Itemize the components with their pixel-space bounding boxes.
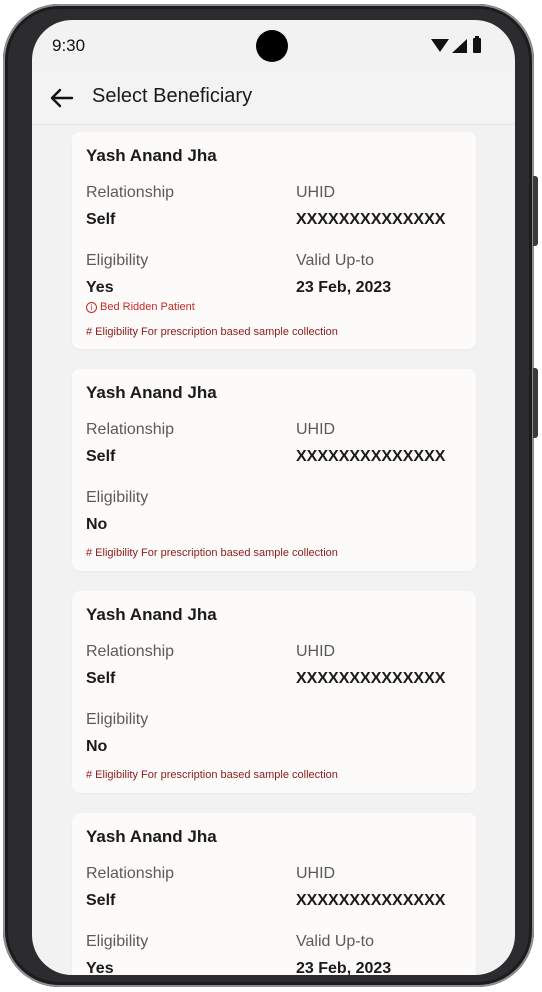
uhid-value: XXXXXXXXXXXXXX bbox=[296, 670, 446, 687]
wifi-icon bbox=[431, 39, 449, 52]
eligibility-label: Eligibility bbox=[86, 489, 149, 506]
uhid-value: XXXXXXXXXXXXXX bbox=[296, 448, 446, 465]
signal-icon bbox=[452, 39, 467, 53]
relationship-value: Self bbox=[86, 892, 116, 909]
app-bar: Select Beneficiary bbox=[32, 72, 515, 125]
beneficiary-card[interactable]: Yash Anand Jha Relationship Self UHID XX… bbox=[72, 369, 476, 571]
beneficiary-name: Yash Anand Jha bbox=[86, 146, 217, 165]
eligibility-label: Eligibility bbox=[86, 711, 149, 728]
uhid-label: UHID bbox=[296, 421, 336, 438]
eligibility-value: Yes bbox=[86, 279, 114, 296]
eligibility-value: No bbox=[86, 516, 108, 533]
page-title: Select Beneficiary bbox=[92, 85, 253, 107]
valid-upto-label: Valid Up-to bbox=[296, 252, 374, 269]
info-row: Relationship Self UHID XXXXXXXXXXXXXX bbox=[86, 170, 476, 238]
battery-icon bbox=[473, 36, 481, 53]
relationship-label: Relationship bbox=[86, 643, 175, 660]
back-button[interactable] bbox=[46, 82, 78, 114]
eligibility-value: Yes bbox=[86, 960, 114, 975]
uhid-label: UHID bbox=[296, 865, 336, 882]
relationship-label: Relationship bbox=[86, 184, 175, 201]
beneficiary-name: Yash Anand Jha bbox=[86, 383, 217, 402]
power-button bbox=[533, 368, 538, 438]
relationship-value: Self bbox=[86, 448, 116, 465]
relationship-value: Self bbox=[86, 670, 116, 687]
beneficiary-card[interactable]: Yash Anand Jha Relationship Self UHID XX… bbox=[72, 132, 476, 349]
eligibility-note: # Eligibility For prescription based sam… bbox=[86, 547, 338, 559]
info-row: Relationship Self UHID XXXXXXXXXXXXXX bbox=[86, 851, 476, 919]
info-row: Relationship Self UHID XXXXXXXXXXXXXX bbox=[86, 407, 476, 475]
uhid-value: XXXXXXXXXXXXXX bbox=[296, 892, 446, 909]
relationship-label: Relationship bbox=[86, 421, 175, 438]
eligibility-note: # Eligibility For prescription based sam… bbox=[86, 769, 338, 781]
eligibility-label: Eligibility bbox=[86, 933, 149, 950]
valid-upto-value: 23 Feb, 2023 bbox=[296, 279, 392, 296]
info-row: Eligibility No bbox=[86, 475, 476, 543]
valid-upto-label: Valid Up-to bbox=[296, 933, 374, 950]
volume-button bbox=[533, 176, 538, 246]
valid-upto-value: 23 Feb, 2023 bbox=[296, 960, 392, 975]
front-camera bbox=[256, 30, 288, 62]
uhid-label: UHID bbox=[296, 184, 336, 201]
beneficiary-card[interactable]: Yash Anand Jha Relationship Self UHID XX… bbox=[72, 813, 476, 975]
info-row: Relationship Self UHID XXXXXXXXXXXXXX bbox=[86, 629, 476, 697]
beneficiary-card[interactable]: Yash Anand Jha Relationship Self UHID XX… bbox=[72, 591, 476, 793]
status-time: 9:30 bbox=[52, 36, 86, 55]
beneficiary-list: Yash Anand Jha Relationship Self UHID XX… bbox=[72, 132, 476, 975]
warning-text: i Bed Ridden Patient bbox=[86, 301, 195, 313]
phone-screen: 9:30 Select Beneficiary Yash Anand Jha R… bbox=[32, 20, 515, 975]
relationship-label: Relationship bbox=[86, 865, 175, 882]
uhid-value: XXXXXXXXXXXXXX bbox=[296, 211, 446, 228]
uhid-label: UHID bbox=[296, 643, 336, 660]
beneficiary-name: Yash Anand Jha bbox=[86, 605, 217, 624]
warning-label: Bed Ridden Patient bbox=[100, 301, 195, 313]
status-bar: 9:30 bbox=[32, 20, 515, 72]
arrow-left-icon bbox=[50, 88, 74, 108]
relationship-value: Self bbox=[86, 211, 116, 228]
info-row: Eligibility No bbox=[86, 697, 476, 765]
info-row: Eligibility Yes Valid Up-to 23 Feb, 2023 bbox=[86, 238, 476, 306]
eligibility-label: Eligibility bbox=[86, 252, 149, 269]
info-icon: i bbox=[86, 302, 97, 313]
status-icons bbox=[431, 36, 487, 53]
info-row: Eligibility Yes Valid Up-to 23 Feb, 2023 bbox=[86, 919, 476, 975]
beneficiary-name: Yash Anand Jha bbox=[86, 827, 217, 846]
eligibility-value: No bbox=[86, 738, 108, 755]
eligibility-note: # Eligibility For prescription based sam… bbox=[86, 326, 338, 338]
